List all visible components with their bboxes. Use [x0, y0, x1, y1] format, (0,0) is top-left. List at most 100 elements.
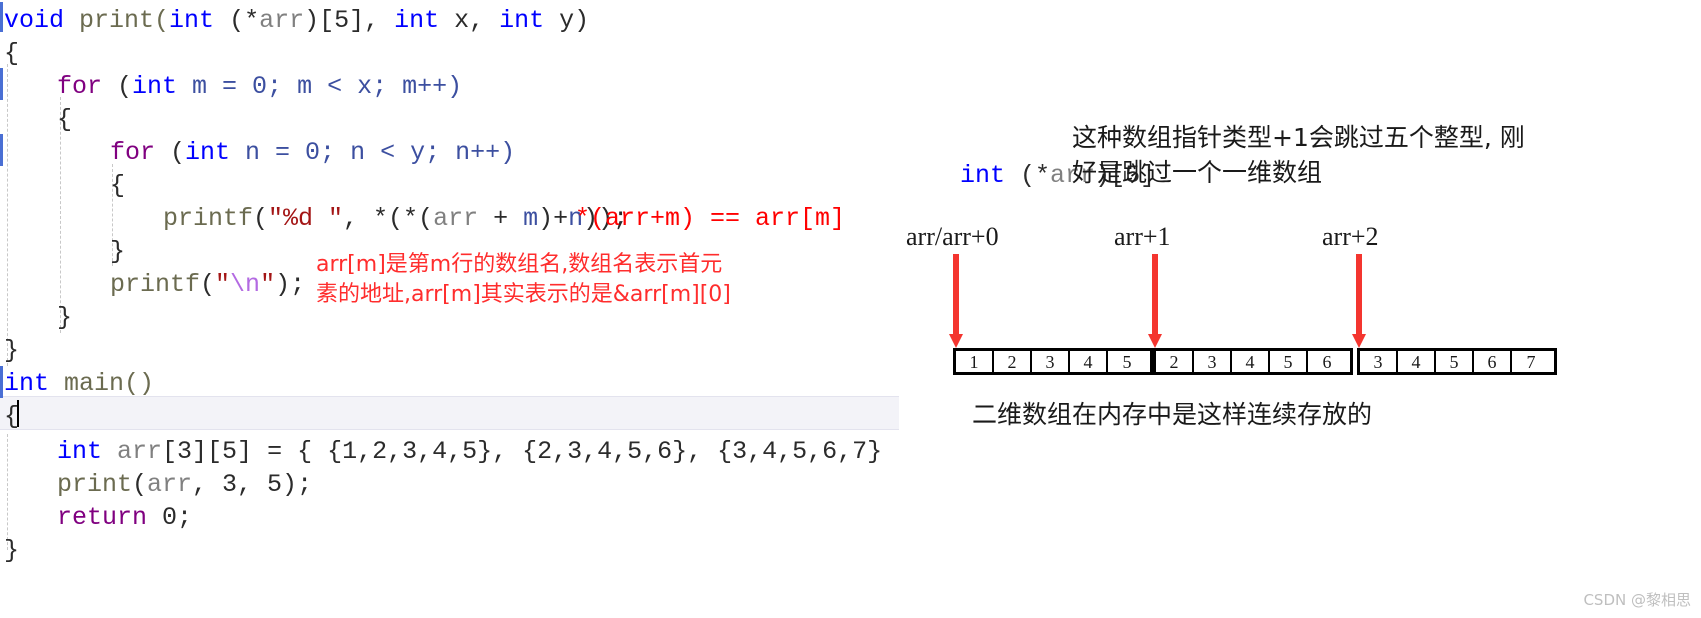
pointer-label-arr1: arr+1 — [1114, 222, 1171, 251]
note-line-2: 好是跳过一个一维数组 — [1072, 158, 1323, 187]
token-function: print — [57, 470, 133, 499]
token-keyword: int — [394, 6, 440, 35]
memory-cell: 4 — [1070, 351, 1108, 372]
memory-cell: 5 — [1436, 351, 1474, 372]
memory-cell: 4 — [1398, 351, 1436, 372]
token-punct: x, — [439, 6, 500, 35]
arrow-shaft — [953, 254, 959, 334]
token-identifier: arr — [147, 470, 193, 499]
note-pointer-arithmetic: 这种数组指针类型+1会跳过五个整型, 刚 好是跳过一个一维数组 — [1072, 120, 1692, 190]
token-punct: ( — [132, 470, 148, 499]
code-line[interactable]: void print(int (*arr)[5], int x, int y) — [4, 4, 589, 37]
memory-row-1: 2 3 4 5 6 — [1153, 348, 1353, 375]
code-line[interactable]: int main() — [4, 367, 154, 400]
change-bar-mark — [0, 134, 3, 166]
token-punct: (* — [1005, 161, 1051, 190]
memory-cell: 5 — [1270, 351, 1308, 372]
memory-cell: 3 — [1194, 351, 1232, 372]
code-line[interactable]: } — [4, 534, 19, 567]
note-line-1: 这种数组指针类型+1会跳过五个整型, 刚 — [1072, 123, 1525, 152]
code-line[interactable]: print(arr, 3, 5); — [57, 468, 312, 501]
note-contiguous-storage: 二维数组在内存中是这样连续存放的 — [972, 400, 1373, 429]
diagram-pane: int (*arr)[5] 这种数组指针类型+1会跳过五个整型, 刚 好是跳过一… — [900, 0, 1701, 618]
code-editor-pane[interactable]: void print(int (*arr)[5], int x, int y) … — [0, 0, 927, 618]
arrow-shaft — [1152, 254, 1158, 334]
memory-cell: 6 — [1322, 351, 1332, 372]
code-line[interactable]: } — [4, 334, 19, 367]
token-number: 0; — [147, 503, 193, 532]
token-function: print( — [64, 6, 170, 35]
token-punct: )[5], — [304, 6, 395, 35]
token-function: main() — [49, 369, 155, 398]
change-bar-mark — [0, 68, 3, 100]
token-keyword: int — [499, 6, 545, 35]
memory-cell: 3 — [1360, 351, 1398, 372]
token-punct: (* — [214, 6, 260, 35]
token-keyword: return — [57, 503, 148, 532]
token-identifier: m = 0; m < x; m++) — [177, 72, 463, 101]
token-punct: ( — [102, 72, 133, 101]
token-punct: [3][5] = { {1,2,3,4,5}, {2,3,4,5,6}, {3,… — [162, 437, 928, 466]
token-punct: )+ — [538, 204, 569, 233]
token-keyword: int — [4, 369, 50, 398]
token-string: " — [260, 270, 276, 299]
watermark: CSDN @黎相思 — [1583, 591, 1691, 609]
annotation-line-2: 素的地址,arr[m]其实表示的是&arr[m][0] — [316, 282, 731, 307]
code-line[interactable]: { — [4, 400, 19, 433]
token-keyword: for — [57, 72, 103, 101]
memory-cell: 2 — [1156, 351, 1194, 372]
token-punct: , *(*( — [343, 204, 434, 233]
code-line[interactable]: printf("%d ", *(*(arr + m)+n)); — [163, 202, 628, 235]
arrow-down-arr0 — [949, 254, 963, 348]
token-identifier: n = 0; n < y; n++) — [230, 138, 516, 167]
arrow-down-arr1 — [1148, 254, 1162, 348]
indent-guide — [7, 64, 8, 366]
token-identifier: arr — [259, 6, 305, 35]
pointer-label-arr2: arr+2 — [1322, 222, 1379, 251]
arrow-down-arr2 — [1352, 254, 1366, 348]
memory-cell: 3 — [1032, 351, 1070, 372]
token-keyword: void — [4, 6, 65, 35]
token-punct: + — [478, 204, 524, 233]
memory-cell: 2 — [994, 351, 1032, 372]
token-punct: ( — [253, 204, 269, 233]
token-identifier: arr — [433, 204, 479, 233]
token-brace: } — [110, 237, 126, 266]
code-line[interactable]: } — [57, 301, 72, 334]
token-punct: , 3, 5); — [192, 470, 313, 499]
token-brace: { — [4, 402, 20, 431]
code-line[interactable]: for (int m = 0; m < x; m++) — [57, 70, 462, 103]
token-brace: { — [110, 171, 126, 200]
inline-annotation-chinese: arr[m]是第m行的数组名,数组名表示首元 素的地址,arr[m]其实表示的是… — [316, 250, 846, 310]
current-line-highlight — [0, 396, 900, 430]
inline-annotation-expression: *(arr+m) == arr[m] — [575, 202, 845, 235]
memory-cell: 6 — [1474, 351, 1512, 372]
memory-row-0: 1 2 3 4 5 — [953, 348, 1153, 375]
change-bar-mark — [0, 2, 3, 32]
code-line[interactable]: { — [57, 103, 72, 136]
memory-cell: 7 — [1526, 351, 1536, 372]
token-punct: y) — [544, 6, 590, 35]
token-keyword: int — [185, 138, 231, 167]
token-keyword: int — [169, 6, 215, 35]
token-function: printf — [163, 204, 254, 233]
pointer-label-arr0: arr/arr+0 — [906, 222, 999, 251]
indent-guide — [7, 434, 8, 550]
code-line[interactable]: printf("\n"); — [110, 268, 305, 301]
token-keyword: int — [132, 72, 178, 101]
arrow-head — [1352, 334, 1366, 348]
token-identifier: arr — [117, 437, 163, 466]
code-line[interactable]: for (int n = 0; n < y; n++) — [110, 136, 515, 169]
memory-cell: 5 — [1122, 351, 1132, 372]
arrow-shaft — [1356, 254, 1362, 334]
token-punct: ( — [155, 138, 186, 167]
code-line[interactable]: } — [110, 235, 125, 268]
code-line[interactable]: int arr[3][5] = { {1,2,3,4,5}, {2,3,4,5,… — [57, 435, 927, 468]
token-brace: { — [4, 39, 20, 68]
code-line[interactable]: { — [4, 37, 19, 70]
code-line[interactable]: { — [110, 169, 125, 202]
arrow-head — [1148, 334, 1162, 348]
token-punct: ); — [275, 270, 306, 299]
code-line[interactable]: return 0; — [57, 501, 192, 534]
